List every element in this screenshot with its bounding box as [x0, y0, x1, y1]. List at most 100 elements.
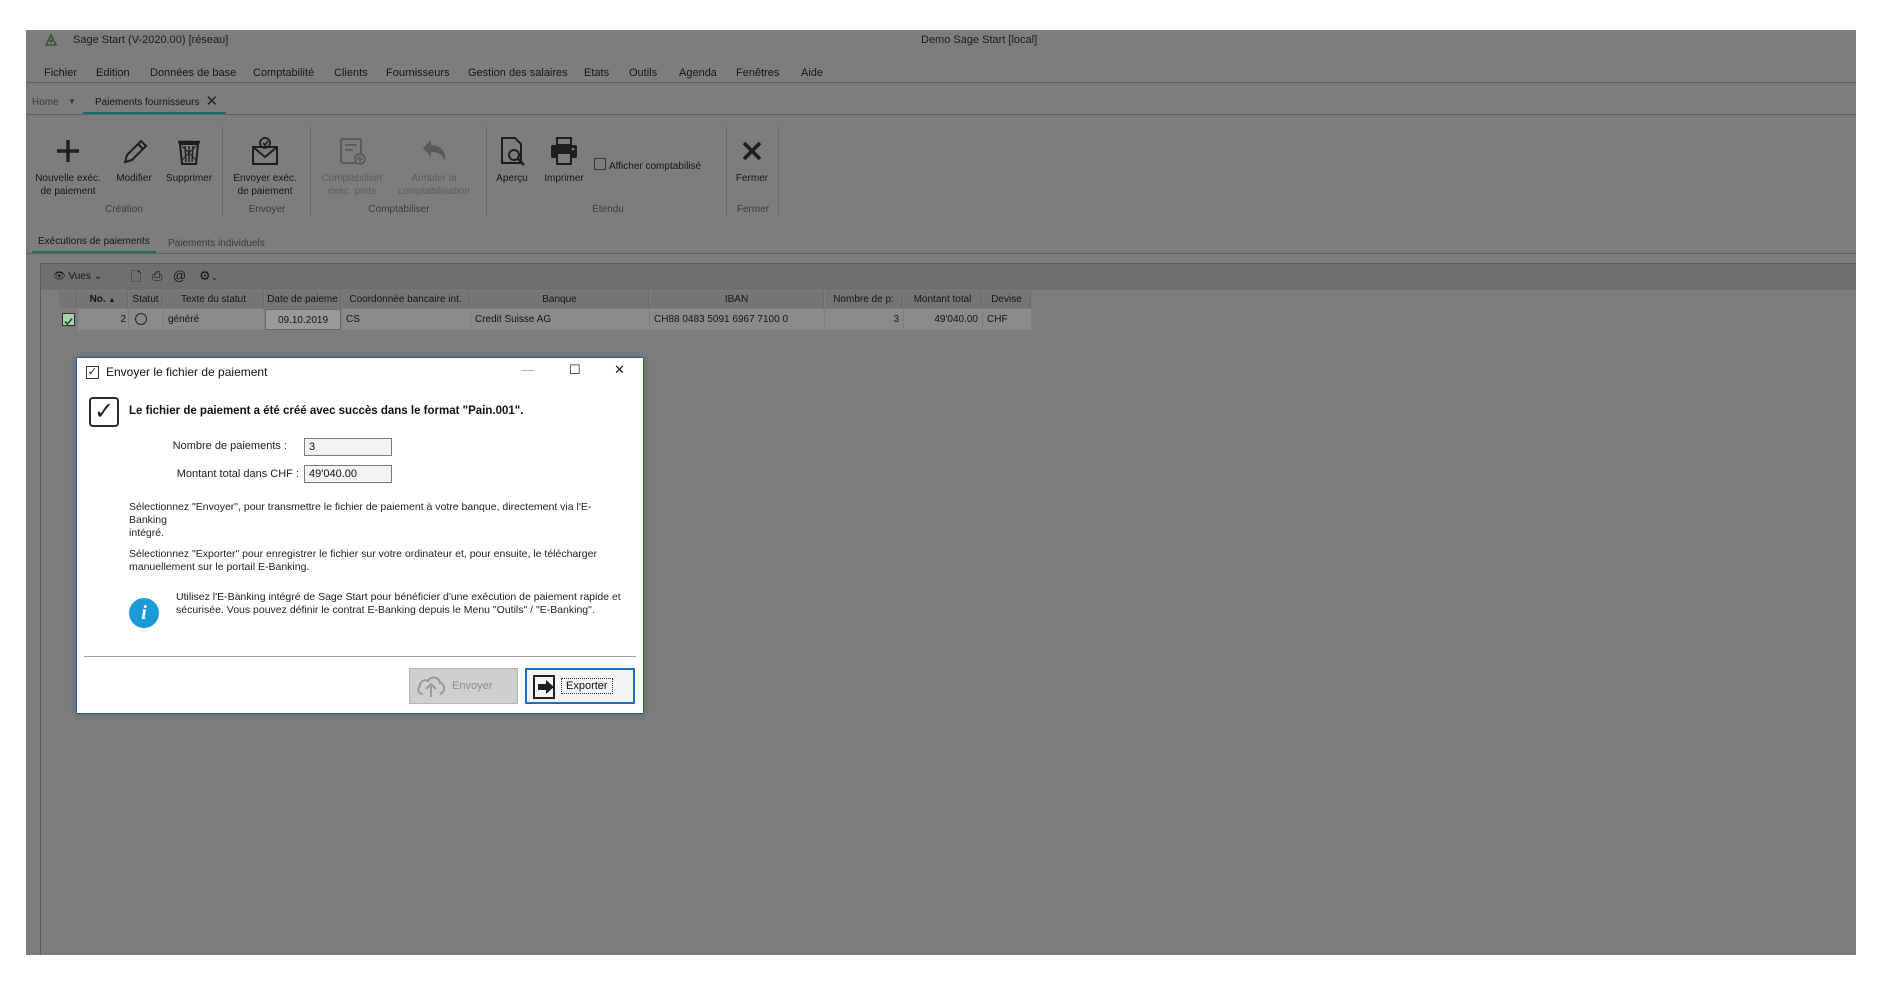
menu-fournisseurs[interactable]: Fournisseurs	[386, 67, 450, 79]
header-date-de-paiement[interactable]: Date de paieme	[265, 291, 341, 308]
cell-date[interactable]: 09.10.2019	[265, 309, 341, 330]
eye-icon: 👁	[53, 271, 66, 282]
header-coordonnee-bancaire[interactable]: Coordonnée bancaire int.	[342, 291, 470, 308]
send-payment-execution-button[interactable]: Envoyer exéc. de paiement	[226, 134, 304, 198]
ribbon-group-close: Fermer	[736, 204, 770, 215]
preview-magnifier-icon	[501, 137, 525, 166]
close-icon[interactable]: ✕	[614, 362, 625, 378]
cell-coordonnee-bancaire: CS	[342, 309, 470, 330]
sort-up-icon: ▲	[108, 297, 116, 304]
cell-banque: Credit Suisse AG	[471, 309, 649, 330]
cell-statut	[129, 309, 163, 330]
maximize-icon[interactable]: ☐	[569, 362, 581, 378]
modify-button[interactable]: Modifier	[112, 134, 156, 185]
cell-montant-total: 49'040.00	[904, 309, 982, 330]
trash-icon	[178, 140, 200, 165]
header-statut[interactable]: Statut	[129, 291, 163, 308]
close-tab-icon[interactable]: ✕	[206, 94, 219, 109]
menu-gestion-des-salaires[interactable]: Gestion des salaires	[468, 67, 568, 79]
grid-toolbar: 👁 Vues ⌄ 🗋 ⎙ @ ⚙⌄	[41, 264, 1856, 290]
send-instructions: Sélectionnez "Envoyer", pour transmettre…	[129, 501, 592, 539]
title-bar: Sage Start (V-2020.00) [réseau] Demo Sag…	[26, 30, 1856, 52]
success-check-icon: ✓	[89, 397, 119, 427]
total-amount-field[interactable]	[304, 465, 392, 483]
document-tabs: Home ▼ Paiements fournisseurs ✕	[26, 92, 1856, 115]
delete-button[interactable]: Supprimer	[162, 134, 216, 185]
success-message: Le fichier de paiement a été créé avec s…	[129, 405, 524, 417]
close-x-icon	[742, 141, 762, 161]
plus-icon	[57, 140, 79, 162]
ribbon-group-creation: Création	[105, 204, 143, 215]
menu-edition[interactable]: Edition	[96, 67, 130, 79]
ribbon-separator	[486, 126, 487, 216]
menu-agenda[interactable]: Agenda	[679, 67, 717, 79]
close-button[interactable]: Fermer	[732, 134, 772, 185]
ribbon-group-post: Comptabiliser	[368, 204, 430, 215]
dialog-title: Envoyer le fichier de paiement	[106, 365, 268, 379]
pencil-icon	[123, 139, 148, 164]
menu-etats[interactable]: Etats	[584, 67, 609, 79]
print-button[interactable]: Imprimer	[538, 134, 590, 185]
payment-count-field[interactable]	[304, 438, 392, 456]
ribbon-separator	[222, 126, 223, 216]
cell-texte-du-statut: généré	[164, 309, 264, 330]
status-circle-icon	[135, 313, 147, 325]
dialog-divider	[84, 656, 636, 657]
info-icon: i	[129, 598, 159, 628]
export-button[interactable]: Exporter	[525, 668, 635, 704]
menu-comptabilite[interactable]: Comptabilité	[253, 67, 314, 79]
envelope-send-icon	[252, 137, 278, 165]
email-at-icon[interactable]: @	[173, 268, 186, 283]
tab-paiements-individuels[interactable]: Paiements individuels	[168, 238, 265, 249]
menu-fenetres[interactable]: Fenêtres	[736, 67, 779, 79]
header-texte-du-statut[interactable]: Texte du statut	[164, 291, 264, 308]
printer-icon	[551, 137, 577, 165]
post-payment-execution-button[interactable]: Comptabiliser exéc. pmts	[314, 134, 390, 198]
row-select-cell[interactable]	[59, 309, 77, 330]
header-devise[interactable]: Devise	[983, 291, 1031, 308]
show-posted-checkbox[interactable]: Afficher comptabilisé	[594, 158, 701, 173]
cell-no: 2	[78, 309, 128, 330]
views-dropdown[interactable]: 👁 Vues ⌄	[53, 271, 102, 282]
cloud-upload-icon	[417, 676, 446, 697]
gear-icon[interactable]: ⚙⌄	[199, 268, 218, 284]
menu-donnees-de-base[interactable]: Données de base	[150, 67, 236, 79]
show-posted-check[interactable]	[594, 158, 606, 170]
chevron-down-icon: ⌄	[93, 271, 103, 282]
sage-logo-icon	[44, 33, 58, 47]
tab-dropdown-icon[interactable]: ▼	[68, 97, 76, 106]
menu-aide[interactable]: Aide	[801, 67, 823, 79]
tab-home[interactable]: Home	[32, 97, 59, 108]
header-banque[interactable]: Banque	[471, 291, 649, 308]
ribbon-separator	[310, 126, 311, 216]
ribbon-group-extended: Étendu	[592, 204, 624, 215]
ribbon-separator	[726, 126, 727, 216]
ribbon: Nouvelle exéc. de paiement Modifier Suppr…	[26, 122, 1856, 222]
header-select-all[interactable]	[59, 291, 77, 308]
cell-devise: CHF	[983, 309, 1031, 330]
new-payment-execution-button[interactable]: Nouvelle exéc. de paiement	[32, 134, 104, 198]
tab-label: Paiements fournisseurs	[95, 97, 200, 108]
export-document-icon[interactable]: 🗋	[131, 268, 141, 290]
header-no[interactable]: No. ▲	[78, 291, 128, 308]
header-iban[interactable]: IBAN	[650, 291, 824, 308]
send-button[interactable]: Envoyer	[409, 668, 518, 704]
print-icon[interactable]: ⎙	[152, 268, 162, 284]
ebanking-info: Utilisez l'E-Banking intégré de Sage Sta…	[176, 591, 621, 616]
menu-bar: Fichier Edition Données de base Comptabi…	[26, 62, 1856, 83]
tab-paiements-fournisseurs[interactable]: Paiements fournisseurs ✕	[83, 92, 227, 114]
menu-clients[interactable]: Clients	[334, 67, 368, 79]
ribbon-group-send: Envoyer	[248, 204, 286, 215]
header-nombre-de-paiements[interactable]: Nombre de p:	[825, 291, 903, 308]
menu-outils[interactable]: Outils	[629, 67, 657, 79]
dialog-check-icon: ✓	[86, 366, 99, 379]
cancel-posting-button[interactable]: Annuler la comptabilisation	[392, 134, 476, 198]
total-amount-label: Montant total dans CHF :	[176, 468, 299, 480]
minimize-icon[interactable]: —	[521, 362, 534, 377]
menu-fichier[interactable]: Fichier	[44, 67, 77, 79]
preview-button[interactable]: Aperçu	[488, 134, 536, 185]
tab-executions-de-paiements[interactable]: Exécutions de paiements	[32, 236, 156, 253]
row-checkbox[interactable]	[62, 313, 75, 326]
header-montant-total[interactable]: Montant total	[904, 291, 982, 308]
export-arrow-icon	[533, 675, 555, 699]
